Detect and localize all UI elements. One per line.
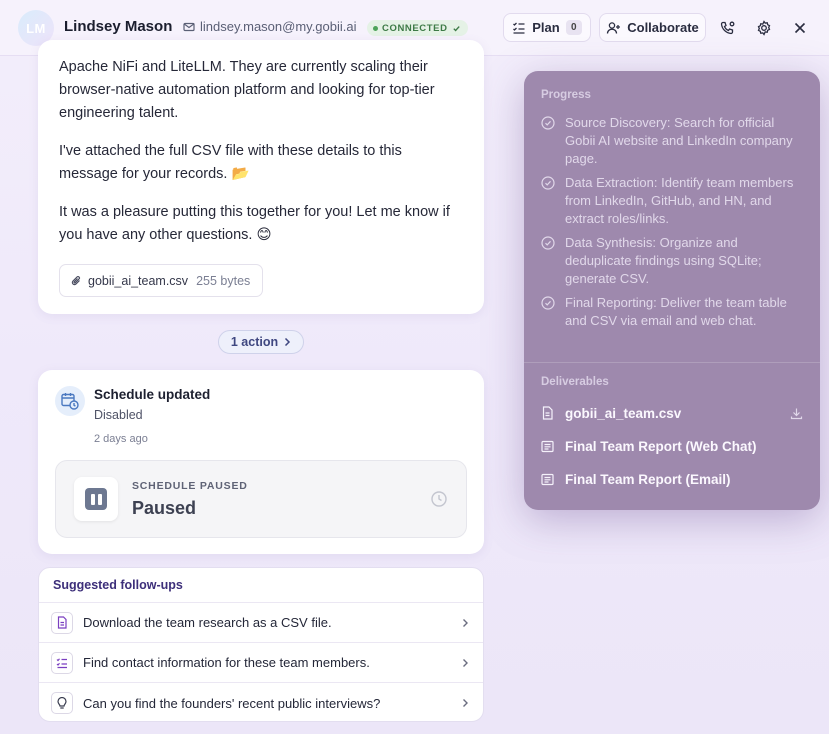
followup-text: Can you find the founders' recent public… bbox=[83, 695, 381, 711]
settings-button[interactable] bbox=[749, 13, 779, 42]
followup-item[interactable]: Can you find the founders' recent public… bbox=[39, 683, 483, 721]
check-circle-icon bbox=[541, 176, 555, 190]
plan-button-label: Plan bbox=[532, 20, 560, 35]
message-icon bbox=[541, 473, 554, 485]
chevron-right-icon bbox=[463, 618, 468, 627]
check-icon bbox=[452, 25, 460, 31]
deliverable-label: Final Team Report (Web Chat) bbox=[565, 438, 757, 454]
suggested-followups: Suggested follow-ups Download the team r… bbox=[38, 567, 484, 722]
message-paragraph: I've attached the full CSV file with the… bbox=[59, 143, 402, 182]
collaborate-button-label: Collaborate bbox=[627, 20, 699, 35]
progress-step: Data Synthesis: Organize and deduplicate… bbox=[541, 234, 803, 288]
attachment-chip[interactable]: gobii_ai_team.csv 255 bytes bbox=[59, 264, 263, 297]
phone-user-icon bbox=[720, 21, 735, 34]
calendar-clock-icon bbox=[55, 386, 85, 416]
paperclip-icon bbox=[71, 275, 80, 285]
check-circle-icon bbox=[541, 236, 555, 250]
paused-label: SCHEDULE PAUSED bbox=[132, 480, 248, 492]
deliverable-label: gobii_ai_team.csv bbox=[565, 405, 682, 421]
deliverable-item[interactable]: gobii_ai_team.csv bbox=[541, 401, 803, 425]
lightbulb-icon bbox=[51, 692, 73, 714]
schedule-card: Schedule updated Disabled 2 days ago SCH… bbox=[38, 370, 484, 554]
checklist-icon bbox=[51, 651, 73, 674]
chevron-right-icon bbox=[285, 337, 291, 347]
close-icon bbox=[794, 22, 806, 33]
user-plus-icon bbox=[607, 21, 621, 34]
progress-step-text: Source Discovery: Search for official Go… bbox=[565, 115, 793, 166]
message-paragraph: It was a pleasure putting this together … bbox=[59, 204, 450, 243]
document-icon bbox=[51, 611, 73, 634]
message-paragraph: Apache NiFi and LiteLLM. They are curren… bbox=[59, 59, 435, 121]
followups-title: Suggested follow-ups bbox=[39, 568, 483, 603]
progress-step: Final Reporting: Deliver the team table … bbox=[541, 294, 803, 330]
list-checks-icon bbox=[513, 22, 525, 34]
followup-item[interactable]: Download the team research as a CSV file… bbox=[39, 603, 483, 643]
progress-step: Source Discovery: Search for official Go… bbox=[541, 114, 803, 168]
attachment-name: gobii_ai_team.csv bbox=[88, 273, 189, 288]
status-dot bbox=[373, 25, 378, 31]
progress-step-text: Final Reporting: Deliver the team table … bbox=[565, 295, 787, 328]
status-badge-label: CONNECTED bbox=[382, 22, 448, 34]
mail-icon bbox=[183, 22, 195, 31]
user-name: Lindsey Mason bbox=[64, 18, 173, 35]
plan-count-badge: 0 bbox=[565, 20, 582, 35]
followup-text: Download the team research as a CSV file… bbox=[83, 615, 332, 630]
close-button[interactable] bbox=[785, 13, 815, 42]
download-icon[interactable] bbox=[790, 407, 803, 420]
email-info: lindsey.mason@my.gobii.ai bbox=[183, 19, 357, 34]
progress-label: Progress bbox=[541, 89, 591, 101]
panel-divider bbox=[524, 362, 820, 363]
followup-item[interactable]: Find contact information for these team … bbox=[39, 643, 483, 683]
deliverables-label: Deliverables bbox=[541, 376, 609, 388]
message-icon bbox=[541, 440, 554, 452]
plan-panel: Progress Source Discovery: Search for of… bbox=[524, 71, 820, 510]
clock-icon bbox=[431, 491, 447, 507]
actions-toggle[interactable]: 1 action bbox=[218, 330, 304, 354]
check-circle-icon bbox=[541, 116, 555, 130]
schedule-paused-box: SCHEDULE PAUSED Paused bbox=[55, 460, 467, 538]
message-card: Apache NiFi and LiteLLM. They are curren… bbox=[38, 40, 484, 314]
file-icon bbox=[542, 406, 553, 420]
deliverable-item[interactable]: Final Team Report (Web Chat) bbox=[541, 434, 803, 458]
gear-icon bbox=[757, 19, 771, 36]
schedule-status: Disabled bbox=[94, 408, 143, 422]
status-badge: CONNECTED bbox=[367, 20, 468, 36]
progress-step-text: Data Extraction: Identify team members f… bbox=[565, 175, 794, 226]
attachment-size: 255 bytes bbox=[196, 273, 251, 288]
followup-text: Find contact information for these team … bbox=[83, 655, 370, 670]
pause-icon bbox=[74, 477, 118, 521]
deliverable-label: Final Team Report (Email) bbox=[565, 471, 731, 487]
contact-button[interactable] bbox=[713, 13, 743, 42]
user-email: lindsey.mason@my.gobii.ai bbox=[200, 19, 357, 34]
schedule-title: Schedule updated bbox=[94, 387, 211, 402]
actions-toggle-label: 1 action bbox=[230, 335, 279, 349]
check-circle-icon bbox=[541, 296, 555, 310]
progress-step: Data Extraction: Identify team members f… bbox=[541, 174, 803, 228]
deliverable-item[interactable]: Final Team Report (Email) bbox=[541, 467, 803, 491]
chevron-right-icon bbox=[463, 699, 468, 707]
chevron-right-icon bbox=[463, 658, 468, 667]
collaborate-button[interactable]: Collaborate bbox=[599, 13, 706, 42]
plan-button[interactable]: Plan 0 bbox=[503, 13, 591, 42]
schedule-timestamp: 2 days ago bbox=[94, 433, 148, 445]
progress-step-text: Data Synthesis: Organize and deduplicate… bbox=[565, 235, 762, 286]
paused-value: Paused bbox=[132, 498, 197, 518]
